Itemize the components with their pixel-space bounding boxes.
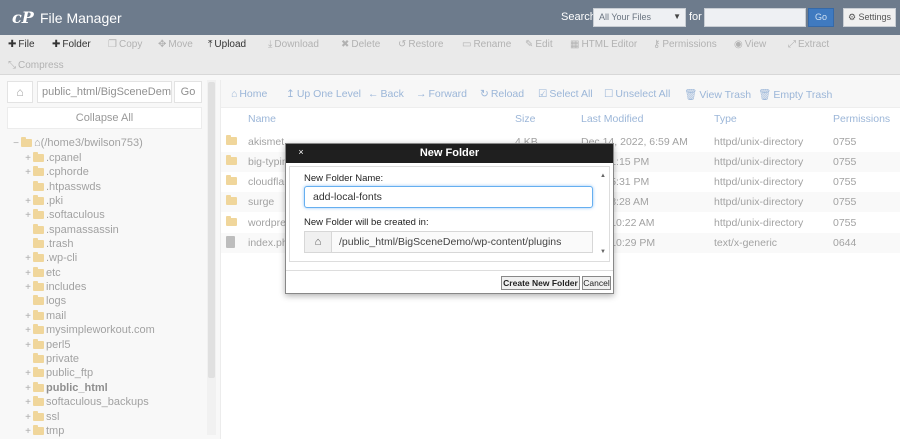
- extract-button[interactable]: ⤢ Extract: [788, 39, 829, 50]
- search-scope-value: All Your Files: [599, 12, 652, 22]
- copy-button[interactable]: ❐ Copy: [108, 39, 142, 50]
- new-folder-label: Folder: [62, 39, 91, 50]
- view-label: View: [744, 39, 767, 50]
- upload-label: Upload: [214, 39, 247, 50]
- plus-icon: ✚: [52, 39, 61, 50]
- view-button[interactable]: ◉ View: [734, 39, 766, 50]
- eye-icon: ◉: [734, 39, 743, 50]
- new-folder-name-input[interactable]: [304, 186, 593, 208]
- rename-label: Rename: [473, 39, 512, 50]
- compress-button[interactable]: ⤡ Compress: [8, 60, 64, 71]
- move-button[interactable]: ✥ Move: [158, 39, 193, 50]
- permissions-button[interactable]: ⚷ Permissions: [653, 39, 717, 50]
- permissions-label: Permissions: [662, 39, 717, 50]
- scroll-up-icon[interactable]: ▲: [600, 173, 606, 179]
- delete-label: Delete: [351, 39, 381, 50]
- folder-location-field: ⌂ /public_html/BigSceneDemo/wp-content/p…: [304, 231, 593, 253]
- scroll-down-icon[interactable]: ▼: [600, 249, 606, 255]
- key-icon: ⚷: [653, 39, 661, 50]
- edit-button[interactable]: ✎ Edit: [525, 39, 553, 50]
- dialog-body: New Folder Name: New Folder will be crea…: [289, 166, 610, 262]
- restore-button[interactable]: ↺ Restore: [398, 39, 443, 50]
- copy-label: Copy: [118, 39, 143, 50]
- toolbar: ✚ File ✚ Folder ❐ Copy ✥ Move ⤒ Upload ⤓ Downl…: [0, 35, 900, 75]
- move-icon: ✥: [158, 39, 167, 50]
- dialog-scrollbar[interactable]: ▲ ▼: [600, 173, 606, 255]
- create-new-folder-button[interactable]: Create New Folder: [501, 276, 580, 290]
- compress-label: Compress: [18, 60, 64, 71]
- new-folder-dialog: New Folder × New Folder Name: New Folder…: [285, 143, 614, 294]
- top-header: cP File Manager Search All Your Files ▼ …: [0, 0, 900, 35]
- download-button[interactable]: ⤓ Download: [268, 39, 319, 50]
- search-scope-select[interactable]: All Your Files ▼: [593, 8, 686, 27]
- search-go-button[interactable]: Go: [808, 8, 834, 27]
- restore-icon: ↺: [398, 39, 407, 50]
- new-file-button[interactable]: ✚ File: [8, 39, 35, 50]
- home-icon: ⌂: [305, 232, 332, 252]
- edit-label: Edit: [535, 39, 553, 50]
- compress-icon: ⤡: [8, 60, 16, 71]
- html-editor-button[interactable]: ▦ HTML Editor: [570, 39, 637, 50]
- search-input[interactable]: [704, 8, 806, 27]
- rename-icon: ▭: [462, 39, 472, 50]
- new-folder-name-label: New Folder Name:: [304, 173, 384, 184]
- new-file-label: File: [18, 39, 35, 50]
- folder-location-label: New Folder will be created in:: [304, 217, 429, 228]
- app-title: File Manager: [40, 10, 122, 26]
- dialog-title: New Folder: [286, 144, 613, 163]
- upload-icon: ⤒: [208, 39, 213, 50]
- download-icon: ⤓: [268, 39, 273, 50]
- settings-label: Settings: [858, 12, 892, 22]
- for-label: for: [689, 11, 702, 23]
- rename-button[interactable]: ▭ Rename: [462, 39, 511, 50]
- html-editor-icon: ▦: [570, 39, 580, 50]
- delete-icon: ✖: [341, 39, 350, 50]
- chevron-down-icon: ▼: [673, 12, 681, 21]
- move-label: Move: [168, 39, 193, 50]
- edit-icon: ✎: [525, 39, 534, 50]
- html-editor-label: HTML Editor: [581, 39, 638, 50]
- dialog-divider: [286, 270, 613, 271]
- settings-button[interactable]: ⚙ Settings: [843, 8, 896, 27]
- close-icon[interactable]: ×: [294, 146, 308, 158]
- cancel-button[interactable]: Cancel: [582, 276, 611, 290]
- delete-button[interactable]: ✖ Delete: [341, 39, 380, 50]
- copy-icon: ❐: [108, 39, 117, 50]
- extract-icon: ⤢: [788, 39, 796, 50]
- upload-button[interactable]: ⤒ Upload: [208, 39, 246, 50]
- new-folder-button[interactable]: ✚ Folder: [52, 39, 91, 50]
- plus-icon: ✚: [8, 39, 17, 50]
- folder-location-path: /public_html/BigSceneDemo/wp-content/plu…: [339, 236, 562, 248]
- gear-icon: ⚙: [847, 12, 857, 22]
- download-label: Download: [274, 39, 319, 50]
- extract-label: Extract: [798, 39, 830, 50]
- restore-label: Restore: [408, 39, 444, 50]
- search-label: Search: [561, 11, 596, 23]
- cpanel-logo[interactable]: cP: [12, 8, 34, 27]
